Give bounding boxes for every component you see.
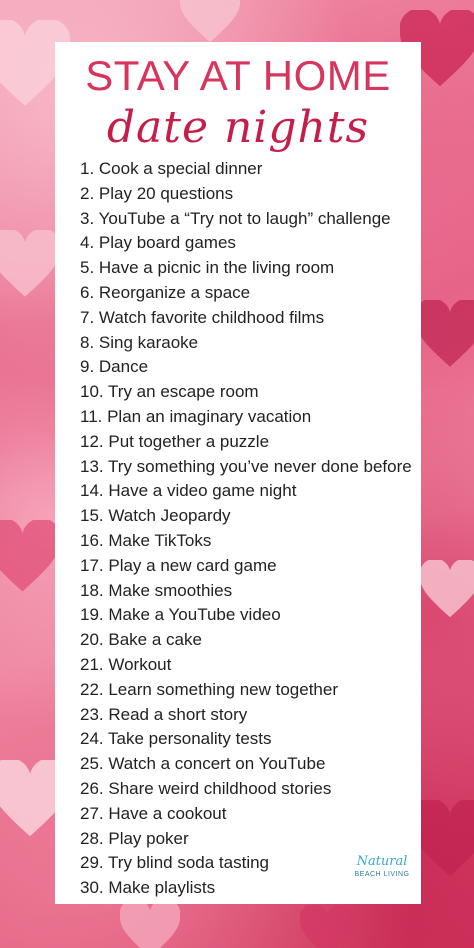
list-item: 17. Play a new card game — [80, 555, 277, 575]
list-item: 5. Have a picnic in the living room — [80, 258, 335, 278]
page-title: STAY AT HOME — [85, 52, 391, 99]
list-item: 22. Learn something new together — [80, 679, 339, 699]
date-ideas-list: 1. Cook a special dinner 2. Play 20 ques… — [80, 157, 415, 901]
list-item: 26. Share weird childhood stories — [80, 778, 332, 798]
list-item: 15. Watch Jeopardy — [80, 506, 231, 526]
heart-icon — [0, 230, 60, 297]
list-item: 7. Watch favorite childhood films — [80, 307, 325, 327]
list-item: 1. Cook a special dinner — [80, 159, 263, 178]
list-item: 19. Make a YouTube video — [80, 605, 281, 625]
list-item: 16. Make TikToks — [80, 530, 212, 550]
list-item: 20. Bake a cake — [80, 630, 202, 650]
list-item: 21. Workout — [80, 654, 172, 674]
brand-logo: Natural BEACH LIVING — [351, 854, 413, 892]
page-subtitle: date nights — [106, 102, 370, 153]
list-item: 13. Try something you’ve never done befo… — [80, 456, 412, 476]
list-item: 12. Put together a puzzle — [80, 431, 270, 451]
list-item: 2. Play 20 questions — [80, 183, 234, 203]
list-item: 4. Play board games — [80, 233, 236, 253]
heart-icon — [180, 0, 240, 43]
brand-name: Natural — [356, 854, 408, 869]
list-item: 23. Read a short story — [80, 704, 248, 724]
heart-icon — [300, 905, 355, 948]
heart-icon — [0, 520, 60, 592]
list-item: 24. Take personality tests — [80, 729, 272, 749]
heart-icon — [420, 560, 474, 618]
list-item: 18. Make smoothies — [80, 580, 233, 600]
list-item: 28. Play poker — [80, 828, 189, 848]
date-nights-card: STAY AT HOME date nights 1. Cook a speci… — [55, 42, 421, 904]
list-item: 14. Have a video game night — [80, 481, 297, 501]
heart-icon — [415, 300, 474, 367]
heart-icon — [120, 900, 180, 948]
brand-tagline: BEACH LIVING — [354, 871, 410, 878]
list-item: 3. YouTube a “Try not to laugh” challeng… — [80, 208, 391, 228]
list-item: 9. Dance — [80, 357, 149, 377]
list-item: 6. Reorganize a space — [80, 282, 251, 302]
list-item: 25. Watch a concert on YouTube — [80, 754, 326, 774]
list-item: 11. Plan an imaginary vacation — [80, 406, 312, 426]
list-item: 27. Have a cookout — [80, 803, 227, 823]
list-item: 8. Sing karaoke — [80, 332, 199, 352]
list-item: 10. Try an escape room — [80, 382, 259, 402]
